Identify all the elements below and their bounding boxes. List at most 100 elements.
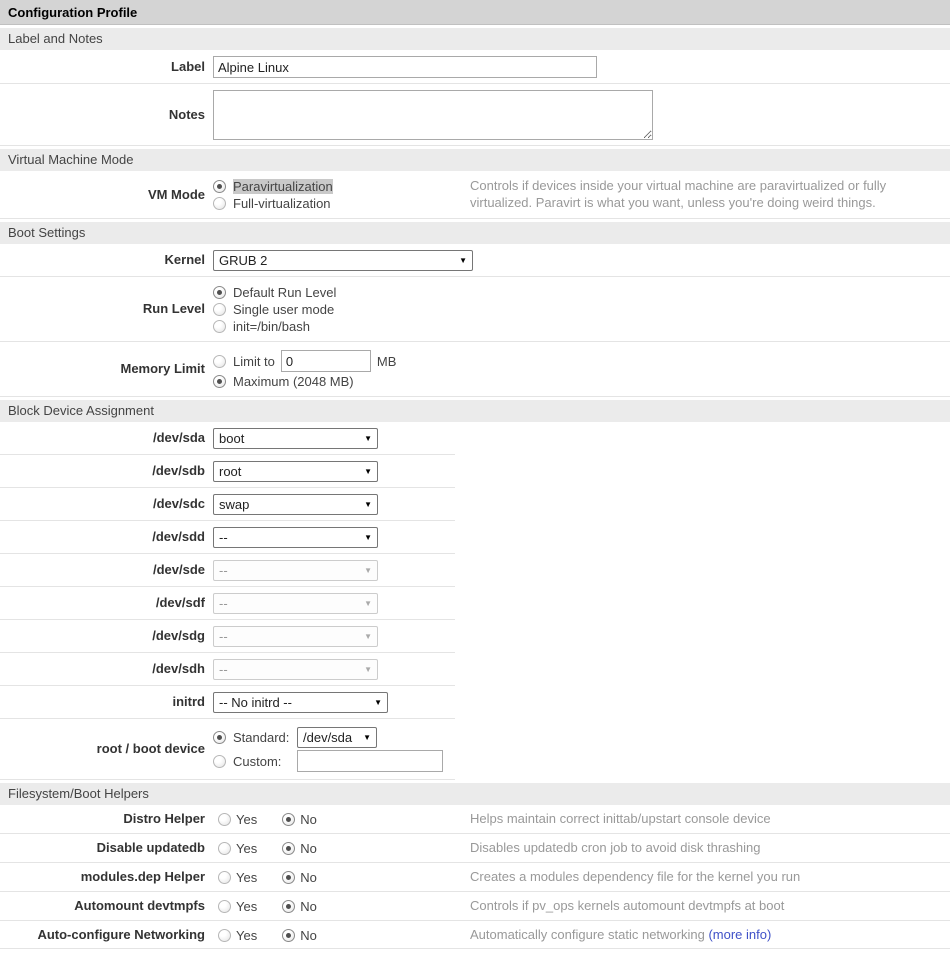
row-vm-mode: VM Mode Paravirtualization Full-virtuali… bbox=[0, 171, 950, 219]
full-virtualization-radio[interactable] bbox=[213, 197, 226, 210]
automount-devtmpfs-no-radio[interactable] bbox=[282, 900, 295, 913]
vm-mode-label: VM Mode bbox=[0, 187, 205, 204]
dev-sdg-select-value: -- bbox=[219, 629, 228, 644]
auto-configure-networking-no-radio[interactable] bbox=[282, 929, 295, 942]
row-disable-updatedb: Disable updatedb Yes No Disables updated… bbox=[0, 834, 950, 863]
auto-configure-networking-help-text: Automatically configure static networkin… bbox=[470, 927, 950, 944]
row-dev-sde: /dev/sde -- ▼ bbox=[0, 554, 950, 587]
more-info-link[interactable]: (more info) bbox=[708, 927, 771, 942]
automount-devtmpfs-yes-label[interactable]: Yes bbox=[236, 899, 257, 914]
row-dev-sdg: /dev/sdg -- ▼ bbox=[0, 620, 950, 653]
distro-helper-help-text: Helps maintain correct inittab/upstart c… bbox=[470, 811, 950, 828]
full-virtualization-option-label[interactable]: Full-virtualization bbox=[233, 196, 331, 211]
run-level-default-radio[interactable] bbox=[213, 286, 226, 299]
initrd-select-value: -- No initrd -- bbox=[219, 695, 292, 710]
row-automount-devtmpfs: Automount devtmpfs Yes No Controls if pv… bbox=[0, 892, 950, 921]
run-level-default-option-label[interactable]: Default Run Level bbox=[233, 285, 336, 300]
distro-helper-no-label[interactable]: No bbox=[300, 812, 317, 827]
dropdown-arrow-icon: ▼ bbox=[364, 467, 372, 476]
dropdown-arrow-icon: ▼ bbox=[363, 733, 371, 742]
run-level-single-user-radio[interactable] bbox=[213, 303, 226, 316]
section-boot-settings: Boot Settings bbox=[0, 222, 950, 244]
paravirtualization-radio[interactable] bbox=[213, 180, 226, 193]
distro-helper-yes-label[interactable]: Yes bbox=[236, 812, 257, 827]
memory-limit-to-radio[interactable] bbox=[213, 355, 226, 368]
memory-maximum-option-label[interactable]: Maximum (2048 MB) bbox=[233, 374, 354, 389]
kernel-select-value: GRUB 2 bbox=[219, 253, 267, 268]
modules-dep-helper-yes-radio[interactable] bbox=[218, 871, 231, 884]
section-block-device-assignment: Block Device Assignment bbox=[0, 400, 950, 422]
section-label-and-notes: Label and Notes bbox=[0, 28, 950, 50]
disable-updatedb-no-label[interactable]: No bbox=[300, 841, 317, 856]
root-device-custom-option-label[interactable]: Custom: bbox=[233, 754, 297, 769]
dev-sdg-select: -- ▼ bbox=[213, 626, 378, 647]
root-device-custom-input[interactable] bbox=[297, 750, 443, 772]
dev-sda-select-value: boot bbox=[219, 431, 244, 446]
automount-devtmpfs-no-label[interactable]: No bbox=[300, 899, 317, 914]
dropdown-arrow-icon: ▼ bbox=[364, 533, 372, 542]
dev-sdf-select-value: -- bbox=[219, 596, 228, 611]
notes-field-label: Notes bbox=[0, 107, 205, 124]
dev-sde-select: -- ▼ bbox=[213, 560, 378, 581]
dev-sdc-select-value: swap bbox=[219, 497, 249, 512]
section-virtual-machine-mode: Virtual Machine Mode bbox=[0, 149, 950, 171]
modules-dep-helper-no-radio[interactable] bbox=[282, 871, 295, 884]
distro-helper-yes-radio[interactable] bbox=[218, 813, 231, 826]
root-device-standard-radio[interactable] bbox=[213, 731, 226, 744]
automount-devtmpfs-yes-radio[interactable] bbox=[218, 900, 231, 913]
dropdown-arrow-icon: ▼ bbox=[364, 599, 372, 608]
section-filesystem-boot-helpers: Filesystem/Boot Helpers bbox=[0, 783, 950, 805]
auto-configure-networking-yes-radio[interactable] bbox=[218, 929, 231, 942]
dev-sdc-select[interactable]: swap ▼ bbox=[213, 494, 378, 515]
memory-limit-to-option-label[interactable]: Limit to bbox=[233, 354, 275, 369]
dev-sda-label: /dev/sda bbox=[0, 430, 205, 447]
dev-sde-label: /dev/sde bbox=[0, 562, 205, 579]
dropdown-arrow-icon: ▼ bbox=[364, 500, 372, 509]
dev-sdc-label: /dev/sdc bbox=[0, 496, 205, 513]
dev-sdg-label: /dev/sdg bbox=[0, 628, 205, 645]
root-device-standard-select[interactable]: /dev/sda ▼ bbox=[297, 727, 377, 748]
auto-configure-networking-yes-label[interactable]: Yes bbox=[236, 928, 257, 943]
run-level-init-bash-option-label[interactable]: init=/bin/bash bbox=[233, 319, 310, 334]
disable-updatedb-yes-radio[interactable] bbox=[218, 842, 231, 855]
row-kernel: Kernel GRUB 2 ▼ bbox=[0, 244, 950, 277]
row-dev-sdf: /dev/sdf -- ▼ bbox=[0, 587, 950, 620]
auto-configure-networking-help-main: Automatically configure static networkin… bbox=[470, 927, 705, 942]
label-input[interactable] bbox=[213, 56, 597, 78]
dev-sdh-select: -- ▼ bbox=[213, 659, 378, 680]
initrd-select[interactable]: -- No initrd -- ▼ bbox=[213, 692, 388, 713]
automount-devtmpfs-label: Automount devtmpfs bbox=[0, 898, 205, 915]
row-auto-configure-networking: Auto-configure Networking Yes No Automat… bbox=[0, 921, 950, 950]
disable-updatedb-no-radio[interactable] bbox=[282, 842, 295, 855]
root-device-standard-option-label[interactable]: Standard: bbox=[233, 730, 297, 745]
paravirtualization-option-label[interactable]: Paravirtualization bbox=[233, 179, 333, 194]
row-dev-sda: /dev/sda boot ▼ bbox=[0, 422, 950, 455]
memory-maximum-radio[interactable] bbox=[213, 375, 226, 388]
dev-sdf-label: /dev/sdf bbox=[0, 595, 205, 612]
distro-helper-label: Distro Helper bbox=[0, 811, 205, 828]
dev-sdb-select[interactable]: root ▼ bbox=[213, 461, 378, 482]
distro-helper-no-radio[interactable] bbox=[282, 813, 295, 826]
root-device-custom-radio[interactable] bbox=[213, 755, 226, 768]
dev-sda-select[interactable]: boot ▼ bbox=[213, 428, 378, 449]
memory-limit-input[interactable] bbox=[281, 350, 371, 372]
dropdown-arrow-icon: ▼ bbox=[364, 434, 372, 443]
run-level-label: Run Level bbox=[0, 301, 205, 318]
row-dev-sdb: /dev/sdb root ▼ bbox=[0, 455, 950, 488]
dev-sdb-select-value: root bbox=[219, 464, 241, 479]
modules-dep-helper-no-label[interactable]: No bbox=[300, 870, 317, 885]
notes-textarea[interactable] bbox=[213, 90, 653, 140]
row-root-boot-device: root / boot device Standard: /dev/sda ▼ … bbox=[0, 719, 950, 780]
dev-sdd-select[interactable]: -- ▼ bbox=[213, 527, 378, 548]
disable-updatedb-yes-label[interactable]: Yes bbox=[236, 841, 257, 856]
run-level-single-user-option-label[interactable]: Single user mode bbox=[233, 302, 334, 317]
dev-sdd-label: /dev/sdd bbox=[0, 529, 205, 546]
modules-dep-helper-yes-label[interactable]: Yes bbox=[236, 870, 257, 885]
run-level-init-bash-radio[interactable] bbox=[213, 320, 226, 333]
kernel-select[interactable]: GRUB 2 ▼ bbox=[213, 250, 473, 271]
auto-configure-networking-no-label[interactable]: No bbox=[300, 928, 317, 943]
row-distro-helper: Distro Helper Yes No Helps maintain corr… bbox=[0, 805, 950, 834]
root-device-standard-select-value: /dev/sda bbox=[303, 730, 352, 745]
configuration-profile-page: Configuration Profile Label and Notes La… bbox=[0, 0, 950, 961]
root-boot-device-label: root / boot device bbox=[0, 741, 205, 758]
